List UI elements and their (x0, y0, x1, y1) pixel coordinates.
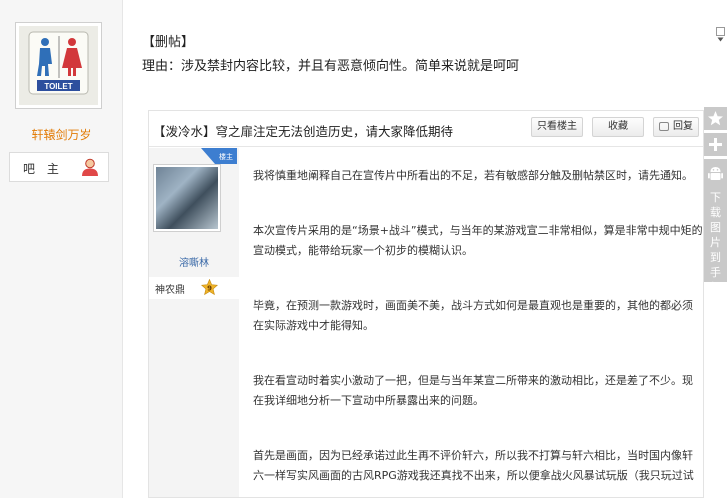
body-paragraph: 我将慎重地阐释自己在宣传片中所看出的不足，若有敏感部分触及删帖禁区时，请先通知。 (253, 169, 693, 182)
body-paragraph: 我在看宣动时着实小激动了一把，但是与当年某宣二所带来的激动相比，还是差了不少。现… (253, 374, 693, 407)
user-icon (82, 158, 98, 176)
author-column: TOILET 轩辕剑万岁 吧 主 (0, 0, 123, 498)
favorite-button[interactable]: 收藏 (592, 117, 644, 137)
android-icon (708, 167, 723, 180)
role-label: 吧 主 (23, 162, 63, 176)
poster-level-title: 神农鼎 (155, 285, 185, 296)
embedded-thread-header: 【泼冷水】穹之扉注定无法创造历史，请大家降低期待 只看楼主 收藏 回复 (149, 111, 703, 147)
reply-icon (659, 122, 669, 131)
caret-down-icon (717, 37, 724, 42)
svg-text:9: 9 (207, 285, 212, 293)
embedded-screenshot: 【泼冷水】穹之扉注定无法创造历史，请大家降低期待 只看楼主 收藏 回复 楼主 溶… (148, 110, 704, 498)
poster-avatar[interactable] (153, 164, 221, 232)
poster-name[interactable]: 溶嘶林 (149, 254, 239, 269)
right-toolbar: 下载图片到手机 (704, 107, 727, 294)
only-op-button[interactable]: 只看楼主 (531, 117, 583, 137)
delete-notice-reason: 理由：涉及禁封内容比较，并且有恶意倾向性。简单来说就是呵呵 (142, 59, 520, 74)
poster-column: 楼主 溶嘶林 神农鼎 9 (149, 148, 239, 497)
body-paragraph: 本次宣传片采用的是“场景+战斗”模式，与当年的某游戏宣二非常相似，算是非常中规中… (253, 224, 703, 257)
body-paragraph: 毕竟，在预测一款游戏时，画面美不美，战斗方式如何是最直观也是重要的，其他的都必须… (253, 299, 693, 332)
toilet-sign-image: TOILET (19, 26, 98, 105)
reply-button[interactable]: 回复 (653, 117, 699, 137)
svg-text:楼主: 楼主 (219, 152, 233, 161)
poster-level-row: 神农鼎 9 (149, 277, 239, 299)
favorite-star-button[interactable] (704, 107, 727, 130)
svg-text:TOILET: TOILET (44, 82, 72, 91)
reply-button-label: 回复 (673, 121, 693, 132)
body-paragraph: 首先是画面，因为已经承诺过此生再不评价轩六，所以我不打算与轩六相比，当时国内像轩… (253, 449, 694, 482)
level-star-icon: 9 (201, 279, 218, 296)
plus-icon (709, 138, 722, 151)
page: TOILET 轩辕剑万岁 吧 主 【删帖】 理由：涉及禁封内容比较，并且有恶意倾… (0, 0, 727, 498)
author-username[interactable]: 轩辕剑万岁 (0, 126, 123, 143)
download-to-phone-button[interactable]: 下载图片到手机 (704, 159, 727, 294)
delete-notice-title: 【删帖】 (142, 35, 195, 50)
add-button[interactable] (704, 133, 727, 156)
post-content: 【删帖】 理由：涉及禁封内容比较，并且有恶意倾向性。简单来说就是呵呵 【泼冷水】… (124, 0, 704, 498)
star-icon (708, 111, 723, 126)
author-avatar[interactable]: TOILET (15, 22, 102, 109)
embedded-thread-title: 【泼冷水】穹之扉注定无法创造历史，请大家降低期待 (153, 124, 454, 139)
role-badge: 吧 主 (9, 152, 109, 182)
op-badge: 楼主 (201, 148, 237, 164)
download-to-phone-label: 下载图片到手机 (710, 191, 721, 294)
embedded-thread-body: 我将慎重地阐释自己在宣传片中所看出的不足，若有敏感部分触及删帖禁区时，请先通知。… (253, 166, 703, 497)
dropdown-arrow-icon[interactable] (716, 27, 725, 42)
toilet-icon: TOILET (19, 26, 98, 105)
poster-avatar-image (156, 167, 218, 229)
